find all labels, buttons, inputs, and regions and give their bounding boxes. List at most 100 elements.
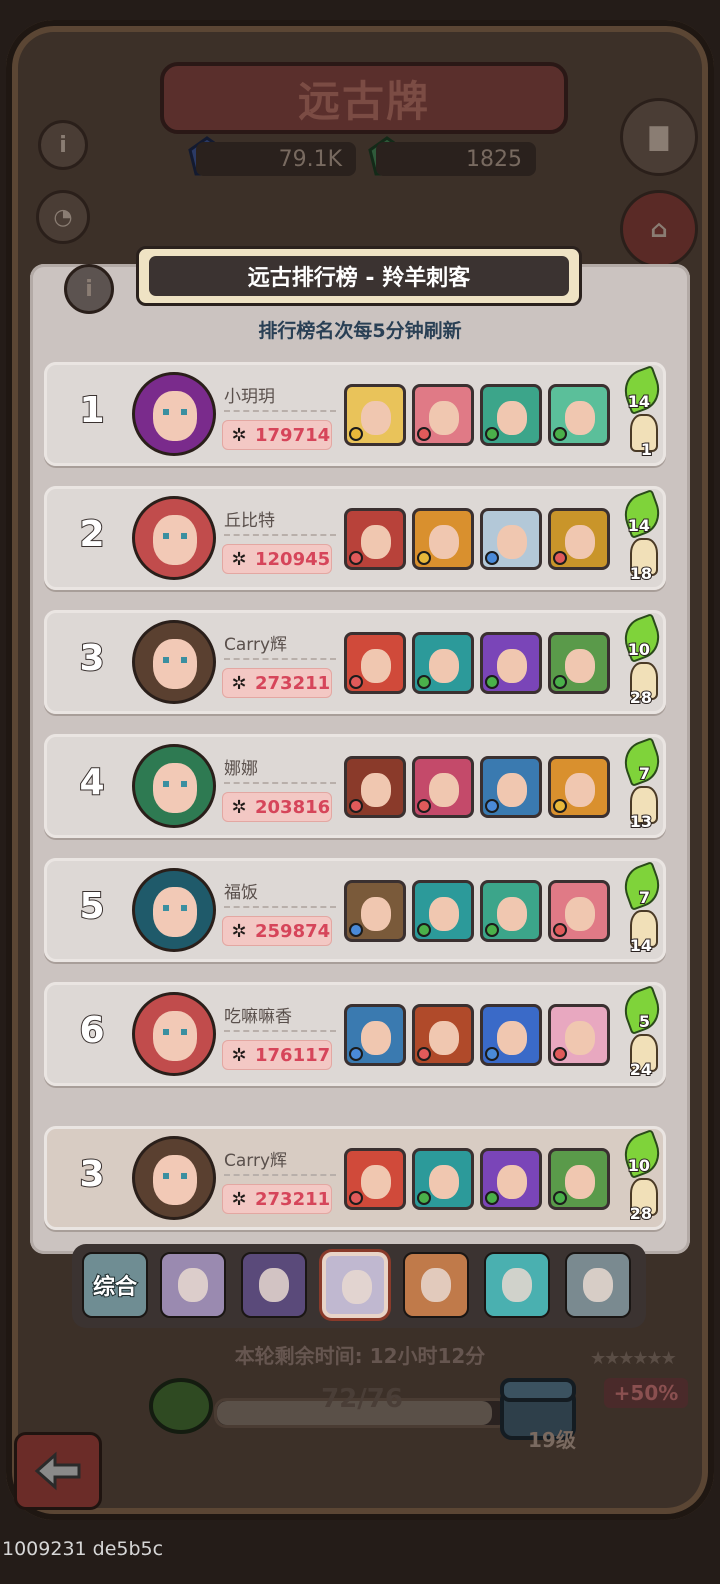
leaderboard-row[interactable]: 3 Carry辉 ✲ 273211 10 28 bbox=[44, 610, 666, 714]
hero-card[interactable] bbox=[548, 632, 610, 694]
hero-face bbox=[565, 525, 595, 559]
hero-card[interactable] bbox=[412, 632, 474, 694]
tab-overall[interactable]: 综合 bbox=[82, 1252, 148, 1318]
hero-card[interactable] bbox=[344, 1004, 406, 1066]
shop-icon: ⌂ bbox=[650, 215, 668, 243]
leaderboard-row[interactable]: 4 娜娜 ✲ 203816 7 13 bbox=[44, 734, 666, 838]
hero-portrait bbox=[342, 1270, 372, 1304]
player-avatar[interactable] bbox=[132, 992, 216, 1076]
avatar-face bbox=[153, 391, 197, 441]
power-value: 203816 bbox=[255, 796, 331, 818]
info-icon: i bbox=[59, 132, 67, 158]
leaderboard-row[interactable]: 2 丘比特 ✲ 120945 14 18 bbox=[44, 486, 666, 590]
player-avatar[interactable] bbox=[132, 868, 216, 952]
power-icon: ✲ bbox=[231, 548, 247, 570]
power-icon: ✲ bbox=[231, 796, 247, 818]
hero-face bbox=[361, 1021, 391, 1055]
element-icon bbox=[417, 923, 431, 937]
leaderboard-row[interactable]: 5 福饭 ✲ 259874 7 14 bbox=[44, 858, 666, 962]
hero-card[interactable] bbox=[548, 880, 610, 942]
avatar-eyes bbox=[163, 781, 187, 787]
info-button-top[interactable]: i bbox=[38, 120, 88, 170]
leaderboard-row[interactable]: 6 吃嘛嘛香 ✲ 176117 5 24 bbox=[44, 982, 666, 1086]
hero-card[interactable] bbox=[548, 1148, 610, 1210]
shop-button[interactable]: ⌂ bbox=[620, 190, 698, 268]
divider bbox=[224, 1174, 336, 1176]
star-rating: ★★★★★★ bbox=[590, 1348, 677, 1369]
element-icon bbox=[553, 1191, 567, 1205]
element-icon bbox=[485, 427, 499, 441]
element-icon bbox=[485, 675, 499, 689]
hero-card[interactable] bbox=[480, 880, 542, 942]
power-icon: ✲ bbox=[231, 1044, 247, 1066]
element-icon bbox=[553, 675, 567, 689]
history-button[interactable]: ◔ bbox=[36, 190, 90, 244]
element-icon bbox=[553, 799, 567, 813]
hero-face bbox=[565, 773, 595, 807]
player-name: Carry辉 bbox=[224, 1151, 288, 1171]
hero-face bbox=[361, 649, 391, 683]
player-name: 福饭 bbox=[224, 883, 258, 903]
hero-card[interactable] bbox=[344, 508, 406, 570]
power-value: 176117 bbox=[255, 1044, 331, 1066]
tab-hero-silver-hair[interactable] bbox=[160, 1252, 226, 1318]
back-button[interactable] bbox=[14, 1432, 102, 1510]
hero-card[interactable] bbox=[480, 384, 542, 446]
my-rank-row[interactable]: 3 Carry辉 ✲ 273211 10 28 bbox=[44, 1126, 666, 1230]
player-name: 丘比特 bbox=[224, 511, 275, 531]
info-icon: i bbox=[85, 276, 93, 302]
tab-hero-goblin[interactable] bbox=[484, 1252, 550, 1318]
hero-card[interactable] bbox=[344, 880, 406, 942]
player-avatar[interactable] bbox=[132, 372, 216, 456]
element-icon bbox=[349, 923, 363, 937]
hero-card[interactable] bbox=[480, 756, 542, 818]
ranking-podium-button[interactable]: ▇ bbox=[620, 98, 698, 176]
hero-portrait bbox=[259, 1268, 289, 1302]
hero-card[interactable] bbox=[412, 1148, 474, 1210]
tab-hero-ranger[interactable] bbox=[403, 1252, 469, 1318]
hero-card[interactable] bbox=[480, 1148, 542, 1210]
hero-card[interactable] bbox=[344, 384, 406, 446]
clock-icon: ◔ bbox=[53, 204, 73, 230]
hero-card[interactable] bbox=[480, 1004, 542, 1066]
hero-card[interactable] bbox=[548, 1004, 610, 1066]
watermark-text: 1009231 de5b5c bbox=[2, 1538, 164, 1560]
hero-card[interactable] bbox=[548, 508, 610, 570]
leaderboard-row[interactable]: 1 小玥玥 ✲ 179714 14 1 bbox=[44, 362, 666, 466]
tab-hero-mech[interactable] bbox=[565, 1252, 631, 1318]
player-avatar[interactable] bbox=[132, 496, 216, 580]
element-icon bbox=[485, 1047, 499, 1061]
chess-count: 13 bbox=[629, 811, 653, 832]
hero-face bbox=[497, 897, 527, 931]
avatar-face bbox=[153, 887, 197, 937]
hero-face bbox=[429, 525, 459, 559]
player-avatar[interactable] bbox=[132, 1136, 216, 1220]
player-avatar[interactable] bbox=[132, 744, 216, 828]
hero-card[interactable] bbox=[344, 632, 406, 694]
tab-hero-antelope-assassin[interactable] bbox=[322, 1252, 388, 1318]
hero-card[interactable] bbox=[480, 632, 542, 694]
power-value: 179714 bbox=[255, 424, 331, 446]
hero-card[interactable] bbox=[412, 880, 474, 942]
divider bbox=[224, 658, 336, 660]
avatar-eyes bbox=[163, 1173, 187, 1179]
hero-card[interactable] bbox=[412, 756, 474, 818]
info-button-board[interactable]: i bbox=[64, 264, 114, 314]
power-badge: ✲ 179714 bbox=[222, 420, 332, 450]
hero-card[interactable] bbox=[344, 756, 406, 818]
hero-portrait bbox=[421, 1268, 451, 1302]
tab-hero-shadow-beast[interactable] bbox=[241, 1252, 307, 1318]
bonus-badge: +50% bbox=[604, 1378, 688, 1408]
hero-filter-tabs: 综合 bbox=[72, 1244, 646, 1328]
rank-number: 6 bbox=[78, 1009, 105, 1052]
hero-face bbox=[497, 1165, 527, 1199]
hero-card[interactable] bbox=[548, 756, 610, 818]
avatar-eyes bbox=[163, 533, 187, 539]
hero-card[interactable] bbox=[548, 384, 610, 446]
player-avatar[interactable] bbox=[132, 620, 216, 704]
hero-card[interactable] bbox=[412, 384, 474, 446]
hero-card[interactable] bbox=[480, 508, 542, 570]
hero-card[interactable] bbox=[344, 1148, 406, 1210]
hero-card[interactable] bbox=[412, 1004, 474, 1066]
hero-card[interactable] bbox=[412, 508, 474, 570]
